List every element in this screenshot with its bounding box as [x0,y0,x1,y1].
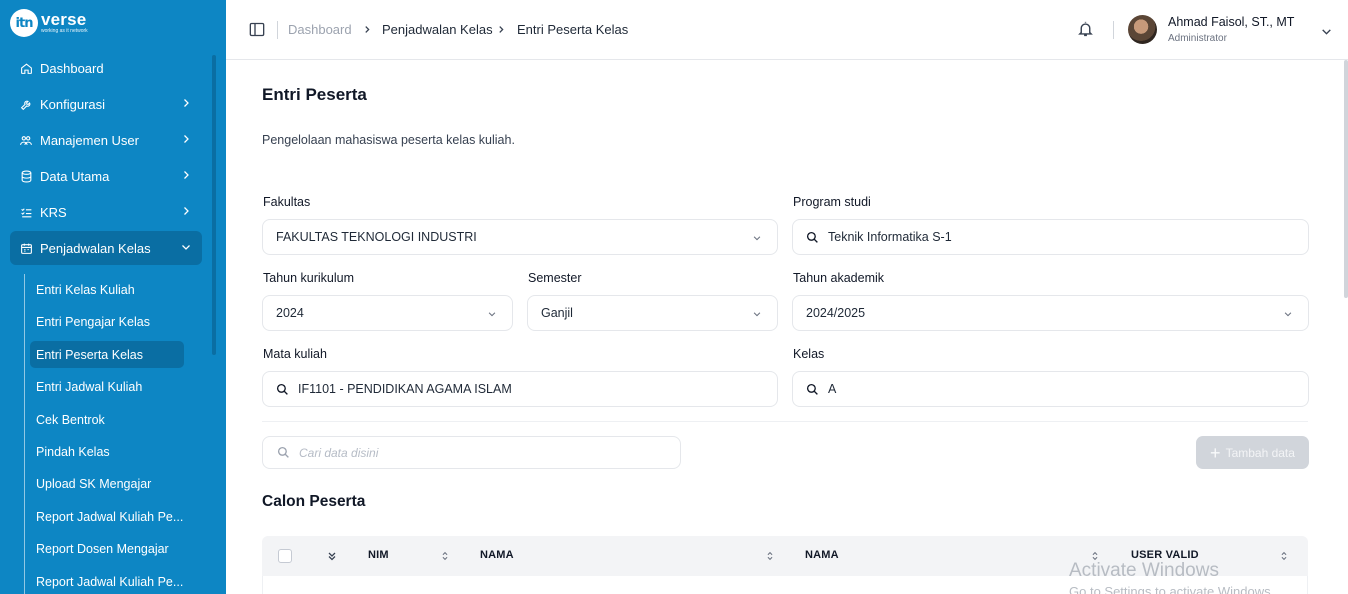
sidebar-toggle-icon[interactable] [249,22,265,37]
chevron-down-icon [488,312,496,317]
home-icon [19,61,33,75]
search-icon [806,383,819,396]
header-divider [1113,21,1114,39]
column-header-nim[interactable]: NIM [368,549,389,561]
semester-label: Semester [528,271,582,285]
sidebar-item-label: Manajemen User [40,132,139,148]
sidebar-item-label: KRS [40,204,67,220]
program-studi-search[interactable]: Teknik Informatika S-1 [792,219,1309,255]
sidebar-subitem-entri-pengajar-kelas[interactable]: Entri Pengajar Kelas [30,308,184,335]
sidebar-item-label: Data Utama [40,168,110,184]
add-data-button[interactable]: + Tambah data [1196,436,1309,469]
sidebar-subitem-report-jadwal-kuliah[interactable]: Report Jadwal Kuliah Pe... [30,503,184,530]
sidebar-item-manajemen-user[interactable]: Manajemen User [10,123,202,157]
fakultas-select[interactable]: FAKULTAS TEKNOLOGI INDUSTRI [262,219,778,255]
form-divider [262,421,1308,422]
sidebar-subitem-report-jadwal-kuliah-2[interactable]: Report Jadwal Kuliah Pe... [30,568,184,594]
calendar-icon [19,241,33,255]
chevron-down-icon [1284,312,1292,317]
search-icon [806,231,819,244]
sidebar-subitem-entri-jadwal-kuliah[interactable]: Entri Jadwal Kuliah [30,373,184,400]
bell-icon[interactable] [1077,20,1094,38]
chevron-right-icon [499,26,504,33]
user-name: Ahmad Faisol, ST., MT [1168,15,1295,29]
list-check-icon [19,205,33,219]
tahun-kurikulum-select[interactable]: 2024 [262,295,513,331]
program-studi-label: Program studi [793,195,871,209]
kelas-label: Kelas [793,347,825,361]
sidebar-subitem-pindah-kelas[interactable]: Pindah Kelas [30,438,184,465]
sidebar-item-label: Dashboard [40,60,104,76]
activate-windows-watermark: Activate Windows Go to Settings to activ… [1069,560,1275,594]
chevron-right-icon [365,26,370,33]
chevrons-down-icon[interactable] [326,549,338,563]
select-all-checkbox[interactable] [278,549,292,563]
sort-icon[interactable] [1279,549,1289,563]
breadcrumb-entri-peserta-kelas: Entri Peserta Kelas [517,22,629,37]
semester-select[interactable]: Ganjil [527,295,778,331]
chevron-down-icon [753,312,761,317]
database-icon [19,169,33,183]
section-title: Calon Peserta [262,493,366,510]
brand-tagline: working as it network [41,28,88,34]
chevron-down-icon [182,245,190,250]
breadcrumb-penjadwalan-kelas[interactable]: Penjadwalan Kelas [382,22,493,37]
chevron-right-icon [184,99,189,107]
sidebar-item-label: Penjadwalan Kelas [40,240,151,256]
search-icon [276,383,289,396]
brand-logo[interactable]: itn verse working as it network [10,9,88,37]
plus-icon: + [1210,442,1221,463]
sidebar: itn verse working as it network Dashboar… [0,0,226,594]
user-role: Administrator [1168,33,1227,44]
users-icon [19,133,33,147]
chevron-right-icon [184,207,189,215]
header-divider [277,21,278,39]
sidebar-item-penjadwalan-kelas[interactable]: Penjadwalan Kelas [10,231,202,265]
mata-kuliah-label: Mata kuliah [263,347,327,361]
sidebar-subitem-entri-peserta-kelas[interactable]: Entri Peserta Kelas [30,341,184,368]
chevron-down-icon[interactable] [1320,25,1333,38]
mata-kuliah-search[interactable]: IF1101 - PENDIDIKAN AGAMA ISLAM [262,371,778,407]
sidebar-subitem-report-dosen-mengajar[interactable]: Report Dosen Mengajar [30,535,184,562]
sort-icon[interactable] [440,549,450,563]
chevron-right-icon [184,171,189,179]
sort-icon[interactable] [765,549,775,563]
sidebar-item-konfigurasi[interactable]: Konfigurasi [10,87,202,121]
column-header-nama-2[interactable]: NAMA [805,549,839,561]
table-search[interactable] [262,436,681,469]
main-scrollbar[interactable] [1344,60,1348,298]
tahun-akademik-label: Tahun akademik [793,271,885,285]
kelas-search[interactable]: A [792,371,1309,407]
avatar[interactable] [1128,15,1157,44]
tahun-kurikulum-label: Tahun kurikulum [263,271,355,285]
wrench-icon [19,97,33,111]
page-description: Pengelolaan mahasiswa peserta kelas kuli… [262,133,515,147]
top-header: Dashboard Penjadwalan Kelas Entri Pesert… [226,0,1348,60]
main-content: Entri Peserta Pengelolaan mahasiswa pese… [226,60,1348,594]
search-icon [277,446,289,458]
submenu-guide-line [24,274,25,594]
search-input[interactable] [299,445,659,460]
sidebar-subitem-upload-sk-mengajar[interactable]: Upload SK Mengajar [30,470,184,497]
logo-mark: itn [10,9,38,37]
sidebar-item-data-utama[interactable]: Data Utama [10,159,202,193]
sidebar-subitem-cek-bentrok[interactable]: Cek Bentrok [30,406,184,433]
sidebar-item-label: Konfigurasi [40,96,106,112]
sidebar-subitem-entri-kelas-kuliah[interactable]: Entri Kelas Kuliah [30,276,184,303]
sidebar-item-krs[interactable]: KRS [10,195,202,229]
page-title: Entri Peserta [262,85,367,104]
breadcrumb-dashboard[interactable]: Dashboard [288,22,352,37]
sidebar-item-dashboard[interactable]: Dashboard [10,51,202,85]
chevron-down-icon [753,236,761,241]
column-header-nama[interactable]: NAMA [480,549,514,561]
tahun-akademik-select[interactable]: 2024/2025 [792,295,1309,331]
chevron-right-icon [184,135,189,143]
sidebar-scrollbar[interactable] [212,55,216,355]
brand-name: verse [41,10,87,29]
fakultas-label: Fakultas [263,195,311,209]
